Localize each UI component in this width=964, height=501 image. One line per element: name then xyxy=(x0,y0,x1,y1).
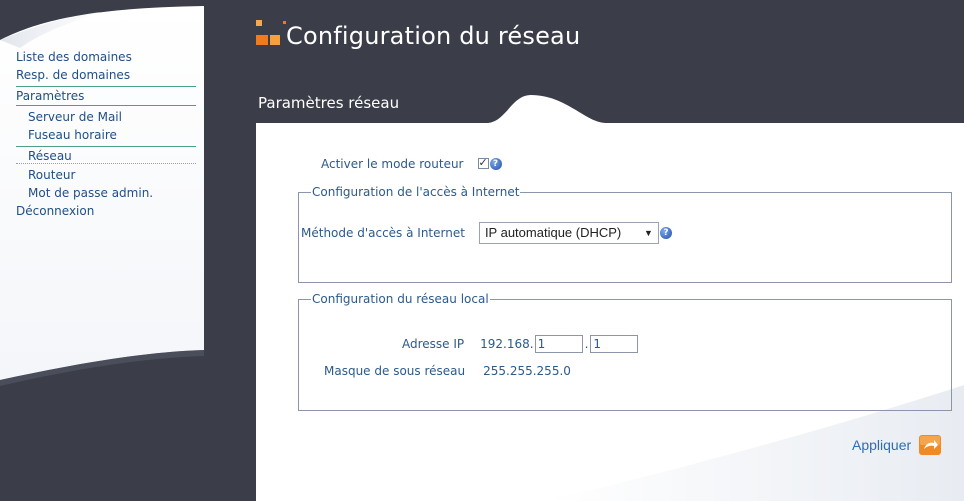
sidebar-item-serveur-de-mail[interactable]: Serveur de Mail xyxy=(16,108,196,126)
apply-button[interactable]: Appliquer xyxy=(852,435,941,457)
ip-octet3-input[interactable]: 1 xyxy=(534,335,583,353)
sidebar-item-mot-de-passe-admin[interactable]: Mot de passe admin. xyxy=(16,184,196,202)
sidebar-item-routeur[interactable]: Routeur xyxy=(16,166,196,184)
router-mode-row: Activer le mode routeur? xyxy=(321,156,502,172)
access-method-value: IP automatique (DHCP) xyxy=(484,225,622,240)
subnet-mask-label: Masque de sous réseau xyxy=(324,364,466,378)
sidebar-item-resp-de-domaines[interactable]: Resp. de domaines xyxy=(16,66,196,84)
sidebar-item-reseau[interactable]: Réseau xyxy=(16,146,196,164)
sidebar-item-liste-des-domaines[interactable]: Liste des domaines xyxy=(16,48,196,66)
subnet-mask-row: Masque de sous réseau 255.255.255.0 xyxy=(324,364,571,378)
internet-access-legend: Configuration de l'accès à Internet xyxy=(312,185,520,199)
router-mode-label: Activer le mode routeur xyxy=(321,156,464,171)
sidebar-item-parametres[interactable]: Paramètres xyxy=(16,86,196,106)
ip-address-row: Adresse IP 192.168. 1. 1 xyxy=(402,335,639,355)
subnet-mask-value: 255.255.255.0 xyxy=(483,364,571,378)
local-network-legend: Configuration du réseau local xyxy=(312,292,489,306)
help-icon[interactable]: ? xyxy=(659,227,672,239)
router-mode-checkbox[interactable] xyxy=(477,156,489,169)
ip-separator: . xyxy=(584,337,589,351)
page-title: Configuration du réseau xyxy=(286,22,581,50)
help-icon[interactable]: ? xyxy=(489,157,502,170)
access-method-row: Méthode d'accès à Internet IP automatique… xyxy=(301,222,672,244)
access-method-select[interactable]: IP automatique (DHCP) ▼ xyxy=(478,222,659,244)
orange-squares-logo-icon xyxy=(256,20,286,45)
chevron-down-icon: ▼ xyxy=(644,228,653,238)
apply-label: Appliquer xyxy=(852,437,912,453)
ip-octet4-input[interactable]: 1 xyxy=(590,335,639,353)
access-method-label: Méthode d'accès à Internet xyxy=(301,226,465,240)
sidebar: Liste des domaines Resp. de domaines Par… xyxy=(0,0,204,501)
ip-address-label: Adresse IP xyxy=(402,337,465,351)
network-settings-form: Activer le mode routeur? Configuration d… xyxy=(256,85,964,501)
sidebar-nav: Liste des domaines Resp. de domaines Par… xyxy=(16,48,196,220)
sidebar-item-deconnexion[interactable]: Déconnexion xyxy=(16,202,196,220)
orange-arrow-icon xyxy=(918,435,941,455)
ip-prefix: 192.168. xyxy=(480,337,534,351)
sidebar-item-fuseau-horaire[interactable]: Fuseau horaire xyxy=(16,126,196,144)
